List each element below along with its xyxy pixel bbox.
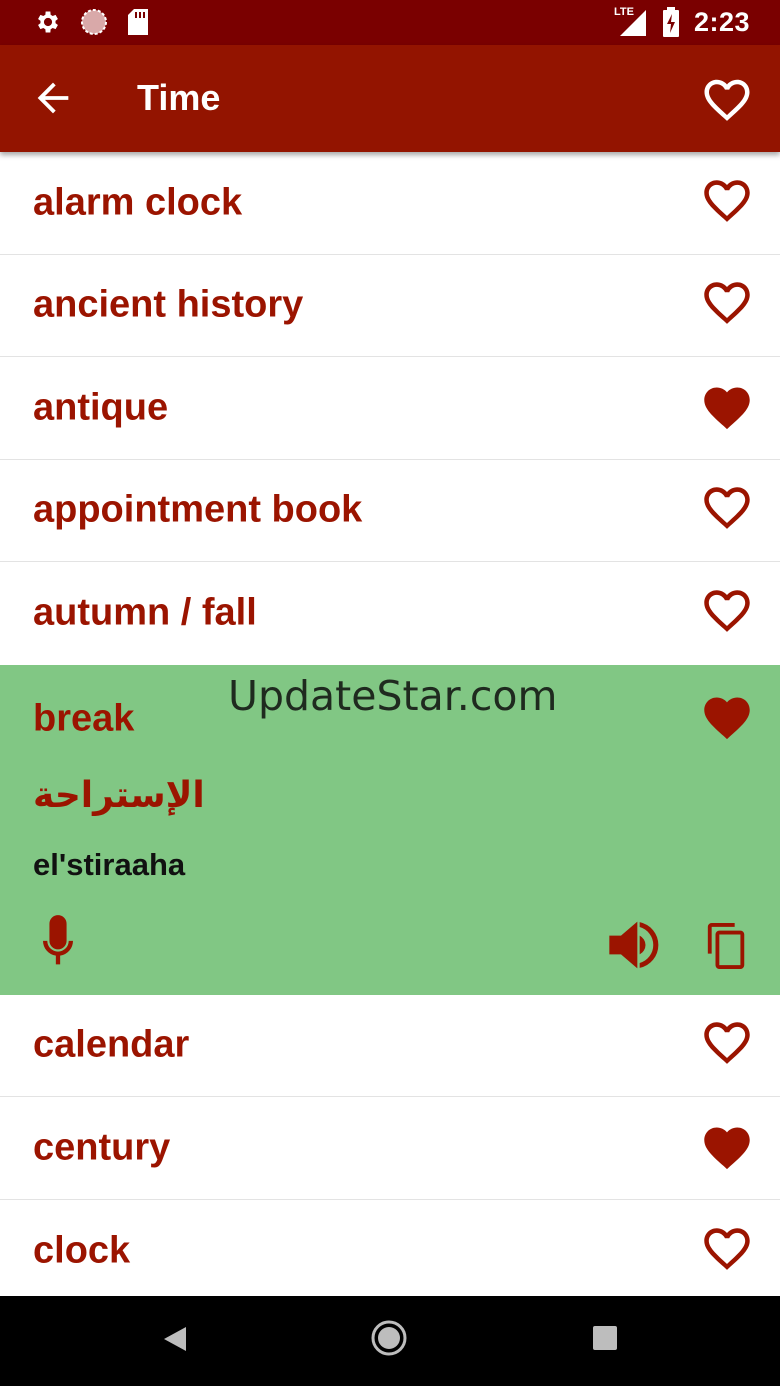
battery-charging-icon [662,7,679,37]
word-label: antique [33,386,169,429]
heart-outline-icon[interactable] [699,485,755,535]
heart-outline-icon[interactable] [699,1020,755,1070]
word-label: alarm clock [33,181,243,224]
word-list: alarm clock ancient history antique appo… [0,152,780,1302]
app-bar: Time [0,45,780,152]
word-label: calendar [33,1023,190,1066]
page-title: Time [137,77,221,118]
sync-icon [81,9,107,35]
list-item-appointment-book[interactable]: appointment book [0,459,780,562]
system-nav-bar [0,1296,780,1386]
word-label: clock [33,1229,131,1272]
word-label: ancient history [33,283,304,326]
microphone-icon[interactable] [32,913,84,973]
transliteration: el'stiraaha [33,846,186,882]
word-label: century [33,1126,171,1169]
word-label: appointment book [33,488,363,531]
status-time: 2:23 [693,6,750,37]
list-item-autumn-fall[interactable]: autumn / fall [0,562,780,665]
signal-icon: LTE [614,6,648,38]
list-item-alarm-clock[interactable]: alarm clock [0,152,780,255]
list-item-antique[interactable]: antique [0,357,780,460]
list-item-ancient-history[interactable]: ancient history [0,254,780,357]
word-label: autumn / fall [33,591,257,634]
back-arrow-icon[interactable] [30,75,76,121]
heart-filled-icon[interactable] [699,1123,755,1173]
nav-home-icon[interactable] [370,1319,408,1357]
nav-back-icon[interactable] [160,1324,190,1354]
heart-outline-icon[interactable] [699,178,755,228]
nav-recents-icon[interactable] [592,1325,618,1351]
favorites-heart-icon[interactable] [700,73,754,127]
status-right-icons: LTE 2:23 [614,6,750,38]
heart-filled-icon[interactable] [699,383,755,433]
list-item-century[interactable]: century [0,1097,780,1200]
status-bar: LTE 2:23 [0,0,780,45]
heart-outline-icon[interactable] [699,588,755,638]
status-left-icons [34,8,150,36]
speaker-icon[interactable] [604,917,666,973]
word-label: break [33,697,135,739]
watermark: UpdateStar.com [228,672,558,720]
copy-icon[interactable] [704,921,750,971]
arabic-translation: الإستراحة [33,774,205,816]
list-item-clock[interactable]: clock [0,1199,780,1302]
list-item-calendar[interactable]: calendar [0,994,780,1097]
settings-icon [38,11,58,33]
sd-card-icon [128,9,148,35]
heart-outline-icon[interactable] [699,280,755,330]
heart-outline-icon[interactable] [699,1226,755,1276]
heart-filled-icon[interactable] [699,693,755,743]
